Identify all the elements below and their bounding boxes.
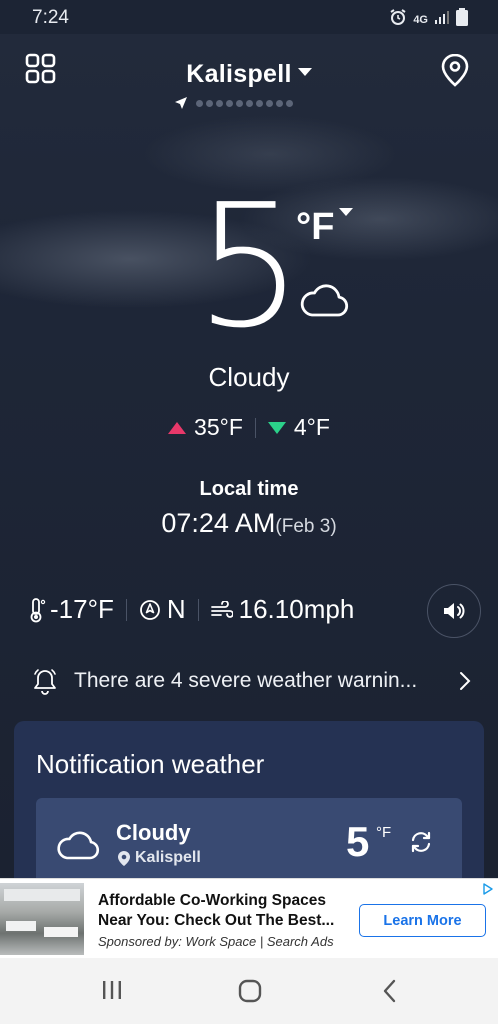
- local-time-value: 07:24 AM: [161, 508, 276, 538]
- local-time-label: Local time: [199, 478, 299, 500]
- location-pin-icon: [441, 53, 469, 87]
- alarm-icon: [389, 8, 407, 31]
- network-label: 4G: [413, 13, 428, 26]
- signal-icon: [434, 9, 450, 30]
- navigation-arrow-icon: [175, 97, 187, 109]
- learn-more-button[interactable]: Learn More: [359, 904, 486, 937]
- battery-icon: [456, 8, 468, 31]
- chevron-right-icon: [460, 672, 471, 690]
- high-temperature: 35°F: [194, 414, 243, 440]
- divider: [125, 598, 127, 621]
- cloud-icon: [57, 831, 100, 860]
- page-dot: [226, 99, 233, 107]
- ad-banner[interactable]: Affordable Co-Working Spaces Near You: C…: [0, 878, 498, 958]
- location-button[interactable]: [438, 52, 474, 88]
- feels-like-temperature: -17°F: [50, 594, 114, 624]
- ad-choices-icon[interactable]: [482, 883, 494, 895]
- low-temperature: 4°F: [293, 414, 330, 440]
- location-selector[interactable]: Kalispell: [0, 60, 498, 89]
- recent-apps-icon[interactable]: [100, 978, 124, 1004]
- cloud-icon: [298, 280, 350, 325]
- page-dot: [276, 99, 283, 107]
- weather-details-row: -17°F N 16.10mph: [28, 594, 354, 625]
- notification-location: Kalispell: [118, 849, 201, 867]
- thermometer-icon: [28, 597, 46, 623]
- ad-image-desk: [6, 921, 36, 931]
- notification-weather-card: Notification weather Cloudy Kalispell 5 …: [14, 721, 484, 881]
- back-icon[interactable]: [380, 978, 400, 1004]
- high-arrow-icon: [168, 421, 187, 434]
- page-dot: [266, 99, 273, 107]
- notification-title: Notification weather: [36, 749, 265, 779]
- status-icons: 4G: [389, 8, 468, 31]
- wind-direction: N: [166, 594, 186, 624]
- page-dot: [256, 99, 263, 107]
- unit-caret-icon: [339, 208, 353, 216]
- status-time: 7:24: [32, 7, 69, 28]
- divider: [254, 417, 256, 438]
- condition-text: Cloudy: [208, 362, 290, 392]
- notification-location-name: Kalispell: [135, 849, 201, 866]
- page-dot: [216, 99, 223, 107]
- notification-preview[interactable]: Cloudy Kalispell 5 °F: [36, 798, 462, 881]
- ad-image: [0, 883, 84, 955]
- high-low-row: 35°F 4°F: [0, 414, 498, 441]
- notification-temperature: 5: [346, 818, 370, 865]
- wind-icon: [210, 600, 233, 619]
- ad-image-window: [4, 889, 80, 901]
- location-page-indicator: [174, 96, 293, 110]
- location-pin-icon: [118, 850, 130, 866]
- notification-condition: Cloudy: [116, 820, 191, 845]
- notification-unit: °F: [376, 824, 392, 841]
- system-navigation-bar: [0, 958, 498, 1024]
- home-icon[interactable]: [237, 978, 263, 1004]
- local-time: 07:24 AM(Feb 3): [0, 508, 498, 539]
- ad-title[interactable]: Affordable Co-Working Spaces Near You: C…: [98, 891, 348, 931]
- temperature-unit-toggle[interactable]: °F: [296, 206, 334, 249]
- low-arrow-icon: [267, 421, 286, 434]
- local-date: (Feb 3): [275, 516, 337, 537]
- ad-image-desk: [44, 927, 78, 937]
- page-dot: [286, 99, 293, 107]
- severe-weather-warning[interactable]: There are 4 severe weather warnin...: [32, 664, 472, 698]
- bell-icon: [34, 669, 56, 695]
- speaker-icon: [444, 603, 465, 619]
- page-dot: [246, 99, 253, 107]
- status-bar: 7:24 4G: [0, 0, 498, 34]
- location-name: Kalispell: [186, 60, 292, 88]
- refresh-icon[interactable]: [409, 830, 433, 854]
- wind-speed: 16.10mph: [238, 594, 355, 624]
- warning-text: There are 4 severe weather warnin...: [74, 669, 418, 692]
- page-dot: [236, 99, 243, 107]
- page-dot: [196, 99, 203, 107]
- page-dot: [206, 99, 213, 107]
- caret-down-icon: [297, 68, 312, 76]
- compass-icon: [139, 599, 161, 621]
- sound-button[interactable]: [427, 584, 481, 638]
- ad-sponsor: Sponsored by: Work Space | Search Ads: [98, 934, 334, 949]
- divider: [197, 598, 199, 621]
- current-temperature: 5: [195, 168, 304, 366]
